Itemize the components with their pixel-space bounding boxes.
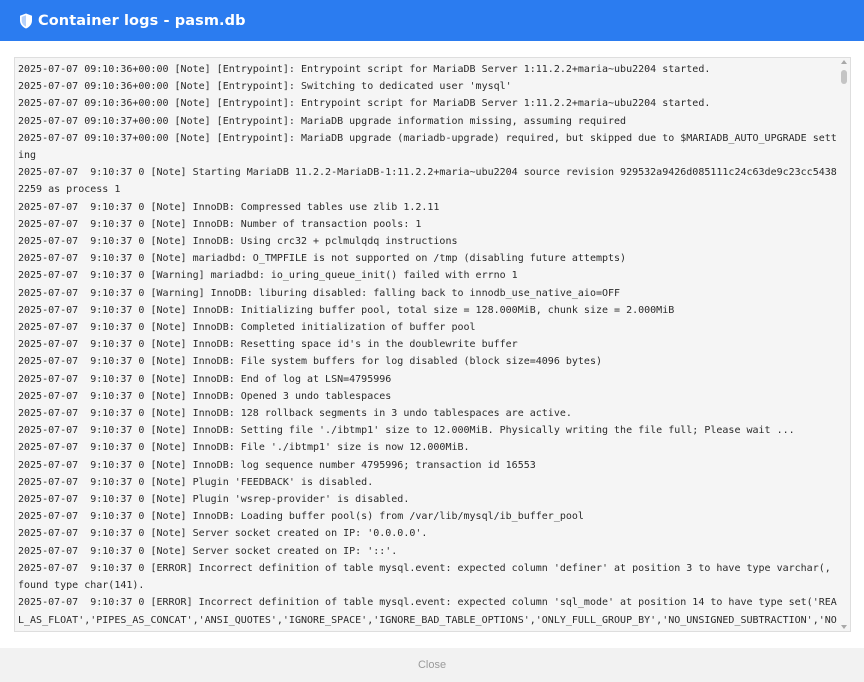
log-line: 2025-07-07 9:10:37 0 [Note] Plugin 'FEED… [18,476,374,488]
log-line: 2025-07-07 9:10:37 0 [Note] InnoDB: Open… [18,390,392,402]
log-line: 2025-07-07 9:10:37 0 [Note] InnoDB: File… [18,442,470,454]
log-line: 2025-07-07 9:10:37 0 [Note] Plugin 'wsre… [18,494,410,506]
log-content: 2025-07-07 09:10:36+00:00 [Note] [Entryp… [18,61,838,631]
scrollbar-thumb[interactable] [841,70,847,84]
dialog-titlebar: Container logs - pasm.db [0,0,864,41]
scroll-up-arrow-icon[interactable] [841,60,847,64]
log-line: 2025-07-07 09:10:36+00:00 [Note] [Entryp… [18,64,711,75]
log-line: 2025-07-07 9:10:37 0 [Note] InnoDB: Init… [18,304,675,316]
log-line: 2025-07-07 9:10:37 0 [ERROR] Incorrect d… [18,562,837,592]
log-line: 2025-07-07 9:10:37 0 [Note] InnoDB: Usin… [18,236,458,248]
log-line: 2025-07-07 9:10:37 0 [Note] InnoDB: File… [18,356,602,368]
log-line: 2025-07-07 9:10:37 0 [Note] Server socke… [18,545,398,557]
log-line: 2025-07-07 9:10:37 0 [Note] InnoDB: Load… [18,511,584,523]
log-line: 2025-07-07 09:10:37+00:00 [Note] [Entryp… [18,132,837,162]
log-line: 2025-07-07 9:10:37 0 [Note] InnoDB: Rese… [18,339,518,351]
dialog-title: Container logs - pasm.db [38,12,246,29]
log-line: 2025-07-07 9:10:37 0 [Note] Server socke… [18,528,428,540]
scroll-down-arrow-icon[interactable] [841,625,847,629]
log-line: 2025-07-07 9:10:37 0 [ERROR] Incorrect d… [18,597,837,626]
log-line: 2025-07-07 09:10:36+00:00 [Note] [Entryp… [18,81,512,93]
log-line: 2025-07-07 9:10:37 0 [Note] InnoDB: Sett… [18,425,795,437]
log-line: 2025-07-07 09:10:37+00:00 [Note] [Entryp… [18,115,627,127]
log-scrollbar[interactable] [839,59,849,630]
log-line: 2025-07-07 9:10:37 0 [Note] InnoDB: 128 … [18,408,572,420]
log-line: 2025-07-07 09:10:36+00:00 [Note] [Entryp… [18,98,711,110]
log-line: 2025-07-07 9:10:37 0 [Note] Starting Mar… [18,167,837,196]
log-line: 2025-07-07 9:10:37 0 [Note] InnoDB: log … [18,459,536,471]
container-logs-dialog: Container logs - pasm.db 2025-07-07 09:1… [0,0,864,682]
log-viewer[interactable]: 2025-07-07 09:10:36+00:00 [Note] [Entryp… [14,57,851,632]
log-line: 2025-07-07 9:10:37 0 [Note] InnoDB: End … [18,373,392,385]
log-line: 2025-07-07 9:10:37 0 [Note] mariadbd: O_… [18,253,627,265]
log-line: 2025-07-07 9:10:37 0 [Note] InnoDB: Comp… [18,322,476,334]
close-button[interactable]: Close [406,655,458,675]
log-line: 2025-07-07 9:10:37 0 [Note] InnoDB: Numb… [18,218,422,230]
log-line: 2025-07-07 9:10:37 0 [Warning] InnoDB: l… [18,287,621,299]
dialog-footer: Close [0,648,864,682]
log-line: 2025-07-07 9:10:37 0 [Note] InnoDB: Comp… [18,201,440,213]
shield-icon [18,12,34,29]
log-line: 2025-07-07 9:10:37 0 [Warning] mariadbd:… [18,270,518,282]
